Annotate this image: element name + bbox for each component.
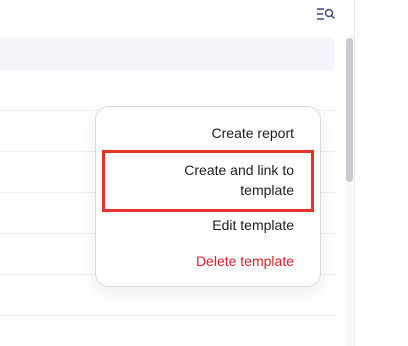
- row-divider: [0, 315, 336, 316]
- menu-item-label: Create report: [211, 125, 294, 141]
- menu-item-label: Edit template: [212, 217, 294, 233]
- filter-search-button[interactable]: [314, 6, 338, 24]
- menu-item-delete-template[interactable]: Delete template: [196, 251, 294, 271]
- menu-item-create-report[interactable]: Create report: [212, 123, 294, 143]
- highlight-annotation-box: [102, 150, 314, 212]
- menu-item-label: Delete template: [195, 253, 294, 269]
- scrollbar-thumb[interactable]: [346, 38, 353, 182]
- filter-list-search-icon: [316, 7, 336, 24]
- menu-item-edit-template[interactable]: Edit template: [212, 215, 294, 235]
- search-bar[interactable]: [0, 38, 335, 70]
- panel-divider: [354, 0, 355, 346]
